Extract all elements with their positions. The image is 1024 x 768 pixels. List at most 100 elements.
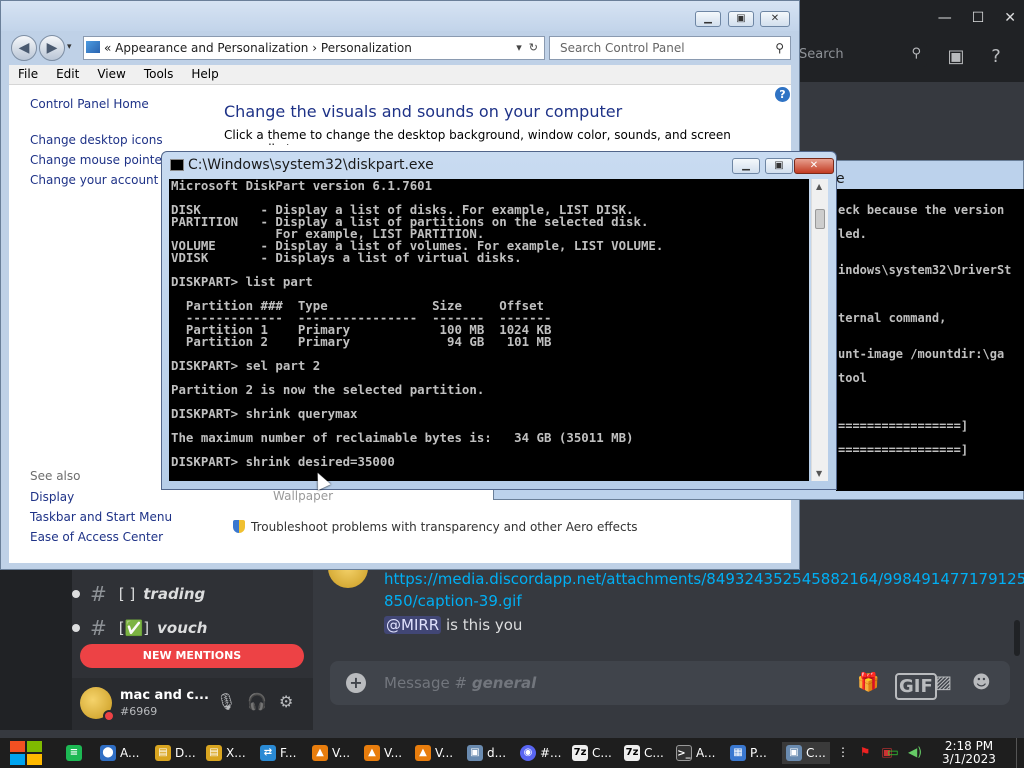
start-button[interactable] [10, 741, 44, 765]
address-bar[interactable]: « Appearance and Personalization › Perso… [83, 36, 545, 60]
back-button[interactable]: ◀ [11, 35, 37, 61]
change-account-picture-link[interactable]: Change your account p [30, 173, 170, 187]
emoji-icon[interactable]: ☻ [972, 672, 991, 693]
breadcrumb-separator-icon[interactable]: › [312, 41, 317, 55]
search-icon[interactable]: ⚲ [775, 37, 784, 59]
username[interactable]: mac and c... [120, 688, 209, 703]
spotify-taskbar-icon[interactable]: ≡ [66, 742, 86, 764]
taskbar-item-vlc-3[interactable]: ▲ V... [415, 742, 453, 764]
taskbar-item-drive[interactable]: ▣ d... [467, 742, 506, 764]
help-icon[interactable]: ? [984, 45, 1008, 69]
gear-icon[interactable]: ⚙ [279, 692, 293, 711]
console-line: ternal command, [838, 311, 947, 325]
minimize-button[interactable]: ▁ [732, 158, 760, 174]
taskbar-item-vlc-2[interactable]: ▲ V... [364, 742, 402, 764]
menu-edit[interactable]: Edit [47, 65, 88, 83]
search-input[interactable]: Search Control Panel ⚲ [549, 36, 791, 60]
history-dropdown-icon[interactable]: ▾ [67, 42, 72, 52]
clock[interactable]: 2:18 PM 3/1/2023 [934, 740, 1004, 766]
control-panel-icon [86, 41, 100, 53]
close-button[interactable]: ✕ [794, 158, 834, 174]
add-attachment-icon[interactable]: + [346, 673, 366, 693]
vlc-icon: ▲ [415, 745, 431, 761]
folder-icon: ▤ [206, 745, 222, 761]
message-link[interactable]: https://media.discordapp.net/attachments… [384, 568, 1024, 612]
breadcrumb-personalization[interactable]: Personalization [321, 41, 412, 55]
chat-scrollbar[interactable] [1014, 620, 1020, 656]
console-line: led. [838, 227, 867, 241]
sticker-icon[interactable]: ▨ [935, 672, 952, 693]
breadcrumb-appearance[interactable]: Appearance and Personalization [115, 41, 308, 55]
console-scrollbar[interactable]: ▲ ▼ [811, 179, 828, 481]
menu-view[interactable]: View [88, 65, 134, 83]
channel-vouch[interactable]: # [✅] vouch [72, 614, 208, 642]
menu-help[interactable]: Help [182, 65, 227, 83]
diskpart-console-output[interactable]: Microsoft DiskPart version 6.1.7601 DISK… [169, 179, 809, 481]
shield-icon [233, 520, 245, 533]
control-panel-home-link[interactable]: Control Panel Home [30, 97, 149, 111]
user-mention[interactable]: @MIRR [384, 616, 442, 634]
maximize-button[interactable]: ▣ [765, 158, 793, 174]
new-mentions-banner[interactable]: NEW MENTIONS [80, 644, 304, 668]
diskpart-title[interactable]: C:\Windows\system32\diskpart.exe [188, 157, 434, 173]
message-text: @MIRR is this you [384, 616, 522, 634]
gif-button[interactable]: GIF [895, 673, 937, 700]
address-overflow[interactable]: « [104, 41, 111, 55]
taskbar-item-folder-x[interactable]: ▤ X... [206, 742, 246, 764]
microphone-icon[interactable]: 🎙 [216, 692, 236, 711]
discord-search-input[interactable]: Search ⚲ [797, 43, 927, 67]
inbox-icon[interactable]: ▣ [944, 45, 968, 69]
minimize-icon[interactable]: — [938, 10, 952, 26]
troubleshoot-link[interactable]: Troubleshoot problems with transparency … [233, 520, 638, 534]
volume-icon[interactable]: ◀) [908, 745, 922, 759]
scroll-thumb[interactable] [815, 209, 825, 229]
taskbar-item-discord[interactable]: ◉ #... [520, 742, 562, 764]
scroll-down-icon[interactable]: ▼ [816, 469, 822, 478]
channel-name: trading [143, 585, 206, 603]
taskbar-item-7zip-2[interactable]: 7z C... [624, 742, 664, 764]
overflow-menu-icon[interactable]: ⋮ [836, 745, 850, 759]
taskbar-item-chrome[interactable]: ⬤ A... [100, 742, 139, 764]
control-panel-titlebar[interactable]: ▁ ▣ ✕ [1, 1, 799, 31]
network-icon[interactable]: ▭ [886, 745, 900, 759]
wallpaper-label[interactable]: Wallpaper [273, 489, 333, 503]
taskbar-item-folder-d[interactable]: ▤ D... [155, 742, 196, 764]
console-line: Partition 2 Primary 94 GB 101 MB [171, 334, 552, 349]
message-input[interactable]: + Message # general 🎁 GIF ▨ ☻ [330, 661, 1010, 705]
minimize-button[interactable]: ▁ [695, 11, 721, 27]
avatar[interactable] [80, 687, 115, 722]
taskbar-item-file-transfer[interactable]: ⇄ F... [260, 742, 296, 764]
discord-icon: ◉ [520, 745, 536, 761]
close-icon[interactable]: ✕ [1004, 10, 1016, 26]
console-line: The maximum number of reclaimable bytes … [171, 430, 634, 445]
troubleshoot-label: Troubleshoot problems with transparency … [251, 520, 638, 534]
channel-trading[interactable]: # [ ] trading [72, 580, 205, 608]
maximize-icon[interactable]: ☐ [972, 10, 985, 26]
drive-icon: ▣ [467, 745, 483, 761]
vlc-icon: ▲ [312, 745, 328, 761]
flag-icon[interactable]: ⚑ [858, 745, 872, 759]
menu-file[interactable]: File [9, 65, 47, 83]
display-link[interactable]: Display [30, 490, 74, 504]
headphones-icon[interactable]: 🎧 [247, 692, 267, 711]
taskbar-item-control-panel[interactable]: ▦ P... [730, 742, 767, 764]
scroll-up-icon[interactable]: ▲ [816, 182, 822, 191]
menu-tools[interactable]: Tools [135, 65, 183, 83]
gift-icon[interactable]: 🎁 [857, 672, 879, 693]
show-desktop-button[interactable] [1016, 738, 1024, 768]
forward-button[interactable]: ▶ [39, 35, 65, 61]
taskbar-item-7zip-1[interactable]: 7z C... [572, 742, 612, 764]
channel-prefix: [✅] [118, 619, 150, 637]
change-desktop-icons-link[interactable]: Change desktop icons [30, 133, 163, 147]
ease-of-access-link[interactable]: Ease of Access Center [30, 530, 163, 544]
refresh-icon[interactable]: ▾ ↻ [516, 37, 538, 59]
change-mouse-pointers-link[interactable]: Change mouse pointers [30, 153, 173, 167]
taskbar-item-cmd[interactable]: >_ A... [676, 742, 715, 764]
unread-dot [72, 624, 80, 632]
taskbar-item-vlc-1[interactable]: ▲ V... [312, 742, 350, 764]
help-icon[interactable]: ? [775, 87, 790, 102]
maximize-button[interactable]: ▣ [728, 11, 754, 27]
taskbar-start-menu-link[interactable]: Taskbar and Start Menu [30, 510, 172, 524]
close-button[interactable]: ✕ [760, 11, 790, 27]
taskbar-item-console-active[interactable]: ▣ C... [782, 742, 830, 764]
